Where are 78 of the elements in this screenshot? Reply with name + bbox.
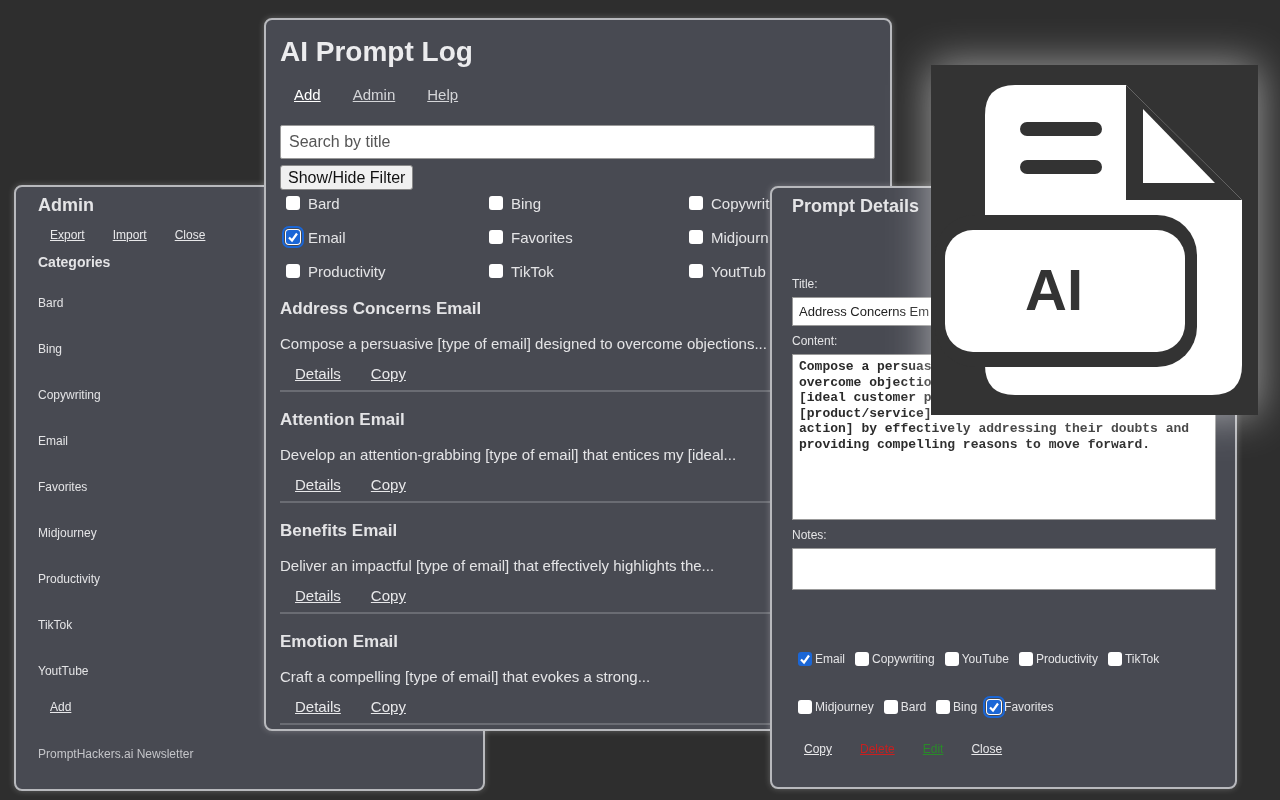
link[interactable]: Copy	[370, 698, 406, 715]
category-item: Email	[38, 434, 68, 448]
nav-link[interactable]: Admin	[352, 86, 396, 103]
link[interactable]: Details	[295, 365, 341, 382]
prompt-title: Attention Email	[280, 410, 406, 430]
prompt-title: Emotion Email	[280, 632, 400, 652]
category-item: Bard	[38, 296, 64, 310]
checkbox[interactable]	[855, 652, 869, 666]
checkbox-label: TikTok	[511, 262, 554, 280]
checkbox-label: Bing	[953, 700, 978, 714]
checkbox[interactable]	[798, 700, 812, 714]
checkbox-label: YouTube	[961, 652, 1009, 666]
category-item: Copywriting	[38, 388, 101, 402]
field-label: Content:	[792, 334, 839, 348]
app-title: AI Prompt Log	[280, 36, 474, 68]
prompt-summary: Develop an attention-grabbing [type of email] that entices my [ideal...	[280, 446, 738, 463]
prompt-summary: Craft a compelling [type of email] that evokes a strong...	[280, 668, 652, 685]
notes-field[interactable]	[792, 548, 1216, 590]
filter-button[interactable]: Show/Hide Filter	[280, 165, 414, 190]
action-link[interactable]: Copy	[804, 742, 832, 756]
add-link[interactable]: Add	[50, 700, 72, 714]
checkbox[interactable]	[1018, 652, 1033, 666]
link[interactable]: Close	[174, 228, 206, 242]
link[interactable]: Details	[295, 698, 341, 715]
checkbox[interactable]	[286, 264, 300, 278]
search-field[interactable]: Search by title	[280, 125, 875, 159]
section-heading: Categories	[38, 254, 111, 270]
checkbox-label: Copywriting	[872, 652, 935, 666]
checkbox[interactable]	[689, 264, 703, 278]
checkbox-label: Bing	[511, 194, 542, 212]
link[interactable]: Details	[295, 476, 341, 493]
checkbox[interactable]	[286, 196, 300, 210]
window-title: Prompt Details	[792, 196, 921, 217]
category-item: Midjourney	[38, 526, 97, 540]
window-title: Admin	[38, 195, 94, 216]
checkbox[interactable]	[1107, 652, 1122, 666]
checkbox-label: Email	[815, 652, 845, 666]
checkbox-label: Midjourney	[815, 700, 874, 714]
link[interactable]: Copy	[370, 587, 406, 604]
nav-link[interactable]: Help	[427, 86, 459, 103]
prompt-summary: Deliver an impactful [type of email] that effectively highlights the...	[280, 557, 716, 574]
category-item: Favorites	[38, 480, 88, 494]
logo-text: AI	[1025, 258, 1083, 322]
checkbox[interactable]	[489, 264, 503, 278]
link[interactable]: Import	[112, 228, 147, 242]
newsletter-text: PromptHackers.ai Newsletter	[38, 747, 194, 761]
category-item: YoutTube	[38, 664, 89, 678]
category-item: Productivity	[38, 572, 101, 586]
checkbox-label: Bard	[900, 700, 927, 714]
category-item: TikTok	[38, 618, 73, 632]
link[interactable]: Details	[295, 587, 341, 604]
checkbox-label: Productivity	[1035, 652, 1098, 666]
link[interactable]: Copy	[370, 365, 406, 382]
checkbox[interactable]	[936, 700, 951, 714]
checkbox-label: Productivity	[308, 262, 386, 280]
link[interactable]: Export	[50, 228, 85, 242]
checkbox-label: Bard	[308, 194, 340, 212]
checkbox[interactable]	[944, 652, 959, 666]
checkbox[interactable]	[689, 230, 703, 244]
action-link[interactable]: Close	[971, 742, 1003, 756]
category-item: Bing	[38, 342, 63, 356]
checkbox[interactable]	[489, 230, 503, 244]
field-label: Notes:	[792, 528, 828, 542]
checkbox[interactable]	[798, 652, 812, 666]
checkbox-label: Copywrit	[711, 194, 770, 212]
checkbox-label: TikTok	[1124, 652, 1160, 666]
checkbox[interactable]	[883, 700, 898, 714]
checkbox[interactable]	[689, 196, 703, 210]
field-label: Title:	[792, 277, 819, 291]
checkbox-label: YoutTub	[711, 262, 766, 280]
checkbox-label: Favorites	[1004, 700, 1054, 714]
checkbox-label: Email	[308, 228, 346, 246]
link[interactable]: Copy	[370, 476, 406, 493]
checkbox[interactable]	[489, 196, 503, 210]
prompt-title: Address Concerns Email	[280, 299, 483, 319]
checkbox-label: Favorites	[511, 228, 573, 246]
checkbox-label: Midjourn	[711, 228, 769, 246]
nav-link[interactable]: Add	[294, 86, 321, 103]
